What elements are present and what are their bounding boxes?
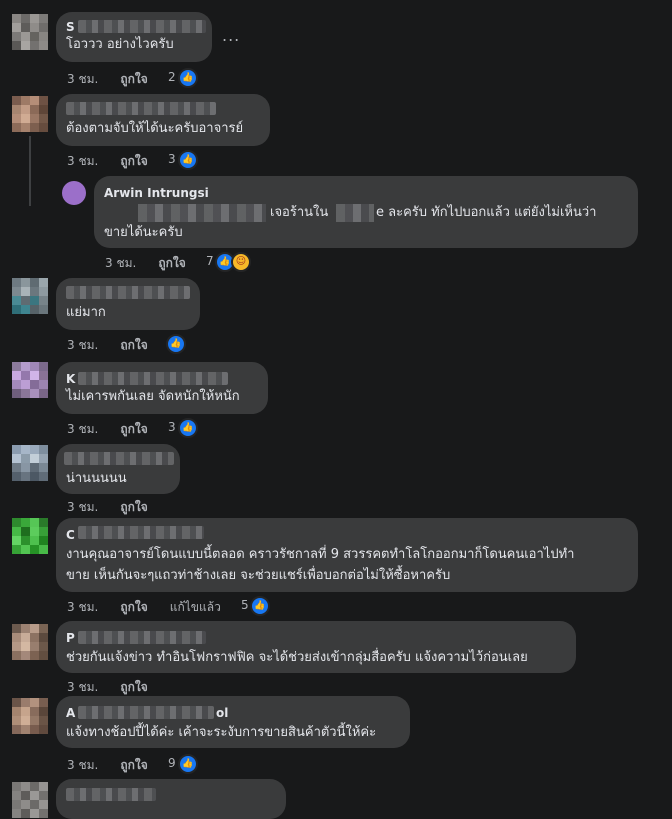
like-button[interactable]: ถูกใจ xyxy=(120,500,147,514)
commenter-name-blurred xyxy=(78,706,214,719)
like-reaction-icon: 👍 xyxy=(178,754,198,774)
comment-text: ช่วยกันแจ้งข่าว ทำอินโฟกราฟฟิค จะได้ช่วย… xyxy=(66,650,528,665)
comment-bubble: Arwin Intrungsi เจอร้านใน e ละครับ ทักไป… xyxy=(94,176,638,248)
comment-bubble: A ol แจ้งทางช้อปปี้ได้ค่ะ เค้าจะระงับการ… xyxy=(56,696,410,748)
like-reaction-icon: 👍 xyxy=(250,596,270,616)
comment-meta: 3 ชม. ถูกใจ xyxy=(67,70,170,89)
avatar[interactable] xyxy=(12,96,48,132)
avatar[interactable] xyxy=(12,14,48,50)
reaction-count[interactable]: 3 xyxy=(168,420,176,434)
avatar[interactable] xyxy=(12,782,48,818)
comment-meta: 3 ชม. ถูกใจ xyxy=(67,336,170,350)
comment-text: แย่มาก xyxy=(66,305,106,320)
comment-bubble: S โอววว อย่างไวครับ xyxy=(56,12,212,62)
commenter-name[interactable]: P xyxy=(66,631,75,645)
timestamp[interactable]: 3 ชม. xyxy=(67,600,98,614)
like-reaction-icon: 👍 xyxy=(166,334,186,354)
comment-text: ต้องตามจับให้ได้นะครับอาจารย์ xyxy=(66,121,244,136)
comment-bubble xyxy=(56,779,286,819)
commenter-name-blurred xyxy=(66,788,156,801)
avatar[interactable] xyxy=(12,698,48,734)
timestamp[interactable]: 3 ชม. xyxy=(67,72,98,86)
comment-text-part: เจอร้านใน xyxy=(270,205,329,220)
comment-meta: 3 ชม. ถูกใจ xyxy=(105,254,208,273)
like-button[interactable]: ถูกใจ xyxy=(120,338,147,350)
reaction-count[interactable]: 9 xyxy=(168,756,176,770)
commenter-name[interactable]: Arwin Intrungsi xyxy=(104,186,209,200)
comment-meta: 3 ชม. ถูกใจ xyxy=(67,152,170,171)
avatar[interactable] xyxy=(12,278,48,314)
comment-meta: 3 ชม. ถูกใจ xyxy=(67,420,170,439)
commenter-name-blurred xyxy=(66,102,216,115)
like-reaction-icon: 👍 xyxy=(178,418,198,438)
timestamp[interactable]: 3 ชม. xyxy=(67,500,98,514)
comment-text: ไม่เคารพกันเลย จัดหนักให้หนัก xyxy=(66,389,240,404)
comment-text: ขาย เห็นกันจะๆแถวท่าช้างเลย จะช่วยแชร์เพ… xyxy=(66,568,451,583)
timestamp[interactable]: 3 ชม. xyxy=(105,256,136,270)
like-button[interactable]: ถูกใจ xyxy=(120,600,147,614)
avatar[interactable] xyxy=(12,518,48,554)
avatar[interactable] xyxy=(62,181,86,205)
comment-text: ขายได้นะครับ xyxy=(104,225,183,240)
reaction-count[interactable]: 7 xyxy=(206,254,214,268)
like-button[interactable]: ถูกใจ xyxy=(120,422,147,436)
comment-bubble: C งานคุณอาจารย์โดนแบบนี้ตลอด คราวรัชกาลท… xyxy=(56,518,638,592)
like-button[interactable]: ถูกใจ xyxy=(120,154,147,168)
timestamp[interactable]: 3 ชม. xyxy=(67,338,98,350)
commenter-name-tail[interactable]: ol xyxy=(216,706,228,720)
comment-bubble: K ไม่เคารพกันเลย จัดหนักให้หนัก xyxy=(56,362,268,414)
comment-meta: 3 ชม. ถูกใจ xyxy=(67,678,170,697)
like-reaction-icon: 👍 xyxy=(178,68,198,88)
blurred-text xyxy=(336,204,374,222)
commenter-name-blurred xyxy=(64,452,174,465)
like-button[interactable]: ถูกใจ xyxy=(158,256,185,270)
edited-label[interactable]: แก้ไขแล้ว xyxy=(170,600,221,614)
blurred-text xyxy=(138,204,266,222)
commenter-name-blurred xyxy=(78,372,228,385)
reaction-count[interactable]: 5 xyxy=(241,598,249,612)
commenter-name[interactable]: A xyxy=(66,706,75,720)
comment-bubble: น่านนนนน xyxy=(56,444,180,494)
timestamp[interactable]: 3 ชม. xyxy=(67,154,98,168)
comment-text-part: e ละครับ ทักไปบอกแล้ว แต่ยังไม่เห็นว่า xyxy=(376,205,597,220)
like-reaction-icon: 👍 xyxy=(178,150,198,170)
like-button[interactable]: ถูกใจ xyxy=(120,72,147,86)
commenter-name[interactable]: C xyxy=(66,528,75,542)
comment-meta: 3 ชม. ถูกใจ xyxy=(67,498,170,517)
comment-text: แจ้งทางช้อปปี้ได้ค่ะ เค้าจะระงับการขายสิ… xyxy=(66,725,377,740)
comment-meta: 3 ชม. ถูกใจ xyxy=(67,756,170,775)
comment-meta: 3 ชม. ถูกใจ แก้ไขแล้ว xyxy=(67,598,243,617)
comment-text: โอววว อย่างไวครับ xyxy=(66,37,174,52)
timestamp[interactable]: 3 ชม. xyxy=(67,680,98,694)
commenter-name[interactable]: K xyxy=(66,372,75,386)
comment-bubble: ต้องตามจับให้ได้นะครับอาจารย์ xyxy=(56,94,270,146)
timestamp[interactable]: 3 ชม. xyxy=(67,422,98,436)
reaction-count[interactable]: 2 xyxy=(168,70,176,84)
comment-text: น่านนนนน xyxy=(66,471,127,486)
like-button[interactable]: ถูกใจ xyxy=(120,758,147,772)
haha-reaction-icon: ☺ xyxy=(231,252,251,272)
avatar[interactable] xyxy=(12,624,48,660)
reaction-count[interactable]: 3 xyxy=(168,152,176,166)
commenter-name-blurred xyxy=(78,526,204,539)
thread-line xyxy=(29,136,31,206)
timestamp[interactable]: 3 ชม. xyxy=(67,758,98,772)
like-button[interactable]: ถูกใจ xyxy=(120,680,147,694)
more-options-icon[interactable]: ... xyxy=(222,26,240,45)
comment-text: งานคุณอาจารย์โดนแบบนี้ตลอด คราวรัชกาลที่… xyxy=(66,547,575,562)
commenter-name[interactable]: S xyxy=(66,20,75,34)
comment-bubble: แย่มาก xyxy=(56,278,200,330)
commenter-name-blurred xyxy=(66,286,190,299)
commenter-name-blurred xyxy=(78,20,206,33)
commenter-name-blurred xyxy=(78,631,206,644)
avatar[interactable] xyxy=(12,362,48,398)
comment-bubble: P ช่วยกันแจ้งข่าว ทำอินโฟกราฟฟิค จะได้ช่… xyxy=(56,621,576,673)
avatar[interactable] xyxy=(12,445,48,481)
